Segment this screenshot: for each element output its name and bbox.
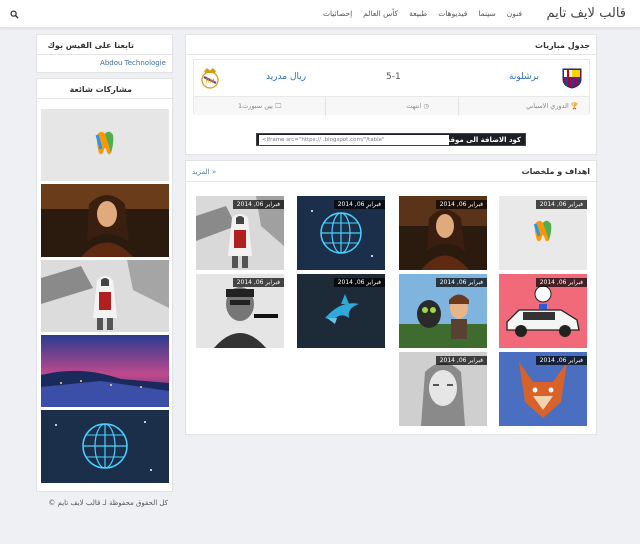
video-thumb-woman[interactable]: فبراير 06, 2014 [399, 196, 487, 270]
video-thumb-assassin[interactable]: فبراير 06, 2014 [196, 196, 284, 270]
real-madrid-logo-icon: RM [201, 68, 219, 89]
copyright-footer: كل الحقوق محفوظة لـ قالب لايف تايم © [48, 499, 168, 507]
matches-title: جدول مباريات [535, 41, 590, 50]
city-night-image [41, 335, 169, 407]
divider [37, 98, 172, 99]
thumb-date: فبراير 06, 2014 [435, 278, 487, 287]
home-team[interactable]: برشلونة [509, 72, 539, 82]
divider [325, 97, 326, 116]
facebook-page-link[interactable]: Abdou Technologie [100, 59, 166, 67]
video-thumb-soldier[interactable]: فبراير 06, 2014 [196, 274, 284, 348]
thumb-date: فبراير 06, 2014 [232, 200, 284, 209]
match-meta: 🏆 الدوري الاسباني ◷ انتهت 🖵 بين سبورت1 [194, 96, 589, 116]
divider [186, 181, 596, 182]
video-thumb-tooth[interactable]: فبراير 06, 2014 [499, 196, 587, 270]
embed-code-box: كود الاضافة الى موقعك : <iframe src="htt… [256, 133, 526, 146]
popular-post-woman[interactable] [41, 184, 169, 257]
woman-portrait-image [41, 184, 169, 257]
video-thumb-dragon[interactable]: فبراير 06, 2014 [399, 274, 487, 348]
popular-title: مشاركات شائعة [69, 85, 132, 94]
tooth-logo-image [41, 109, 169, 181]
nav-item-cinema[interactable]: سينما [478, 9, 495, 18]
thumb-date: فبراير 06, 2014 [333, 278, 385, 287]
nav-item-world-cup[interactable]: كأس العالم [363, 9, 398, 18]
match-card[interactable]: برشلونة 5-1 ريال مدريد RM 🏆 الدوري الاسب… [193, 59, 590, 116]
nav-item-nature[interactable]: طبيعة [409, 9, 427, 18]
embed-code-input[interactable]: <iframe src="https:// .blogspot.com/"/ta… [259, 135, 449, 145]
barcelona-logo-icon [562, 68, 582, 89]
nav-item-videos[interactable]: فيديوهات [438, 9, 467, 18]
goals-title: اهداف و ملخصات [521, 167, 590, 176]
facebook-panel: تابعنا على الفيس بوك Abdou Technologie [36, 34, 173, 73]
video-thumb-shark[interactable]: فبراير 06, 2014 [297, 274, 385, 348]
match-score: 5-1 [386, 72, 401, 82]
goals-panel: اهداف و ملخصات المزيد » فبراير 06, 2014 … [185, 160, 597, 435]
video-thumb-globe[interactable]: فبراير 06, 2014 [297, 196, 385, 270]
top-navbar: قالب لايف تايم إحصائيات كأس العالم طبيعة… [0, 0, 640, 28]
facebook-title: تابعنا على الفيس بوك [47, 41, 134, 50]
thumb-date: فبراير 06, 2014 [535, 278, 587, 287]
thumb-date: فبراير 06, 2014 [435, 200, 487, 209]
globe-network-image [41, 410, 169, 483]
popular-post-city[interactable] [41, 335, 169, 407]
thumb-date: فبراير 06, 2014 [535, 200, 587, 209]
video-thumb-fox[interactable]: فبراير 06, 2014 [499, 352, 587, 426]
nav-item-arts[interactable]: فنون [507, 9, 522, 18]
divider [186, 54, 596, 55]
main-nav: إحصائيات كأس العالم طبيعة فيديوهات سينما… [323, 9, 522, 18]
match-status: ◷ انتهت [406, 102, 429, 110]
assassin-warrior-image [41, 260, 169, 332]
video-thumb-police-car[interactable]: فبراير 06, 2014 [499, 274, 587, 348]
nav-item-stats[interactable]: إحصائيات [323, 9, 352, 18]
thumb-date: فبراير 06, 2014 [435, 356, 487, 365]
thumb-date: فبراير 06, 2014 [535, 356, 587, 365]
popular-post-tooth[interactable] [41, 109, 169, 181]
video-thumb-woman-bw[interactable]: فبراير 06, 2014 [399, 352, 487, 426]
search-icon[interactable] [10, 10, 19, 19]
svg-text:RM: RM [205, 78, 214, 85]
divider [37, 54, 172, 55]
popular-post-assassin[interactable] [41, 260, 169, 332]
match-league: 🏆 الدوري الاسباني [526, 102, 579, 110]
popular-post-globe[interactable] [41, 410, 169, 483]
more-link[interactable]: المزيد » [192, 168, 216, 176]
match-channel: 🖵 بين سبورت1 [238, 102, 282, 110]
divider [458, 97, 459, 116]
site-logo[interactable]: قالب لايف تايم [546, 6, 626, 21]
away-team[interactable]: ريال مدريد [266, 72, 306, 82]
thumb-date: فبراير 06, 2014 [333, 200, 385, 209]
thumb-date: فبراير 06, 2014 [232, 278, 284, 287]
